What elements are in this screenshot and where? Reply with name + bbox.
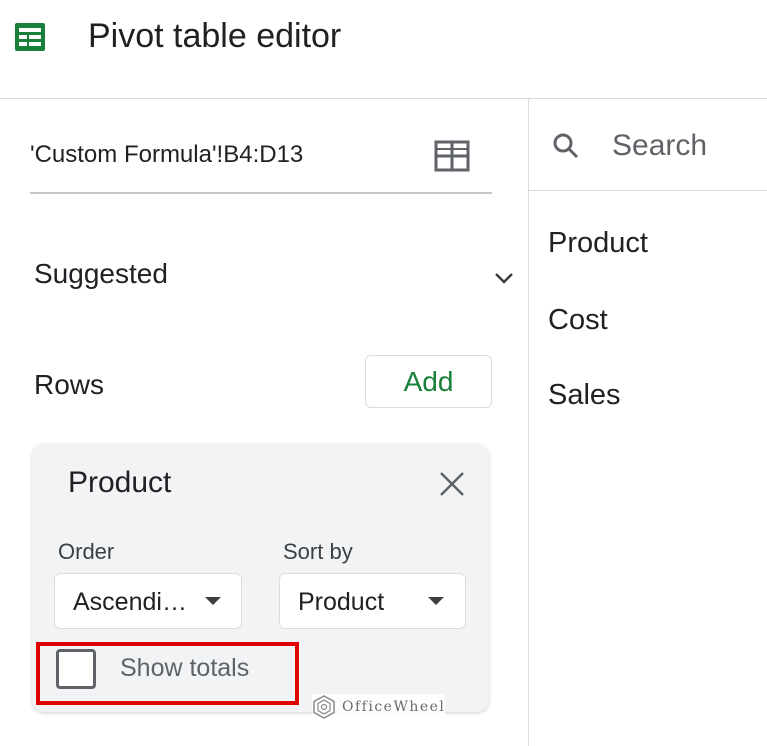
highlight-box (36, 642, 299, 705)
order-label: Order (58, 539, 115, 564)
dropdown-arrow-icon (205, 597, 221, 605)
watermark-text: OfficeWheel (342, 699, 446, 715)
add-row-button[interactable]: Add (365, 355, 492, 408)
panel-divider (528, 99, 529, 746)
rows-label: Rows (34, 369, 105, 400)
page-title: Pivot table editor (88, 17, 342, 55)
sort-by-value: Product (298, 588, 385, 616)
watermark: OfficeWheel (312, 694, 446, 720)
officewheel-logo-icon (313, 695, 335, 719)
field-search-input[interactable] (598, 124, 767, 168)
data-range-input[interactable]: 'Custom Formula'!B4:D13 (30, 138, 303, 172)
field-item-product[interactable]: Product (548, 225, 648, 261)
dropdown-arrow-icon (428, 597, 444, 605)
chevron-down-icon[interactable] (493, 270, 515, 286)
row-field-title: Product (68, 466, 172, 499)
suggested-label[interactable]: Suggested (34, 256, 168, 292)
field-item-cost[interactable]: Cost (548, 302, 608, 338)
grid-icon[interactable] (434, 140, 470, 172)
editor-header: Pivot table editor (0, 0, 767, 99)
sort-by-label: Sort by (283, 539, 353, 564)
sheets-icon (15, 23, 45, 51)
search-icon (553, 133, 579, 159)
range-underline (30, 192, 492, 194)
search-divider (529, 190, 767, 191)
field-item-sales[interactable]: Sales (548, 377, 621, 413)
sort-by-select[interactable]: Product (279, 573, 466, 629)
order-select[interactable]: Ascendi… (54, 573, 242, 629)
close-icon[interactable] (438, 470, 466, 498)
order-value: Ascendi… (73, 588, 187, 616)
